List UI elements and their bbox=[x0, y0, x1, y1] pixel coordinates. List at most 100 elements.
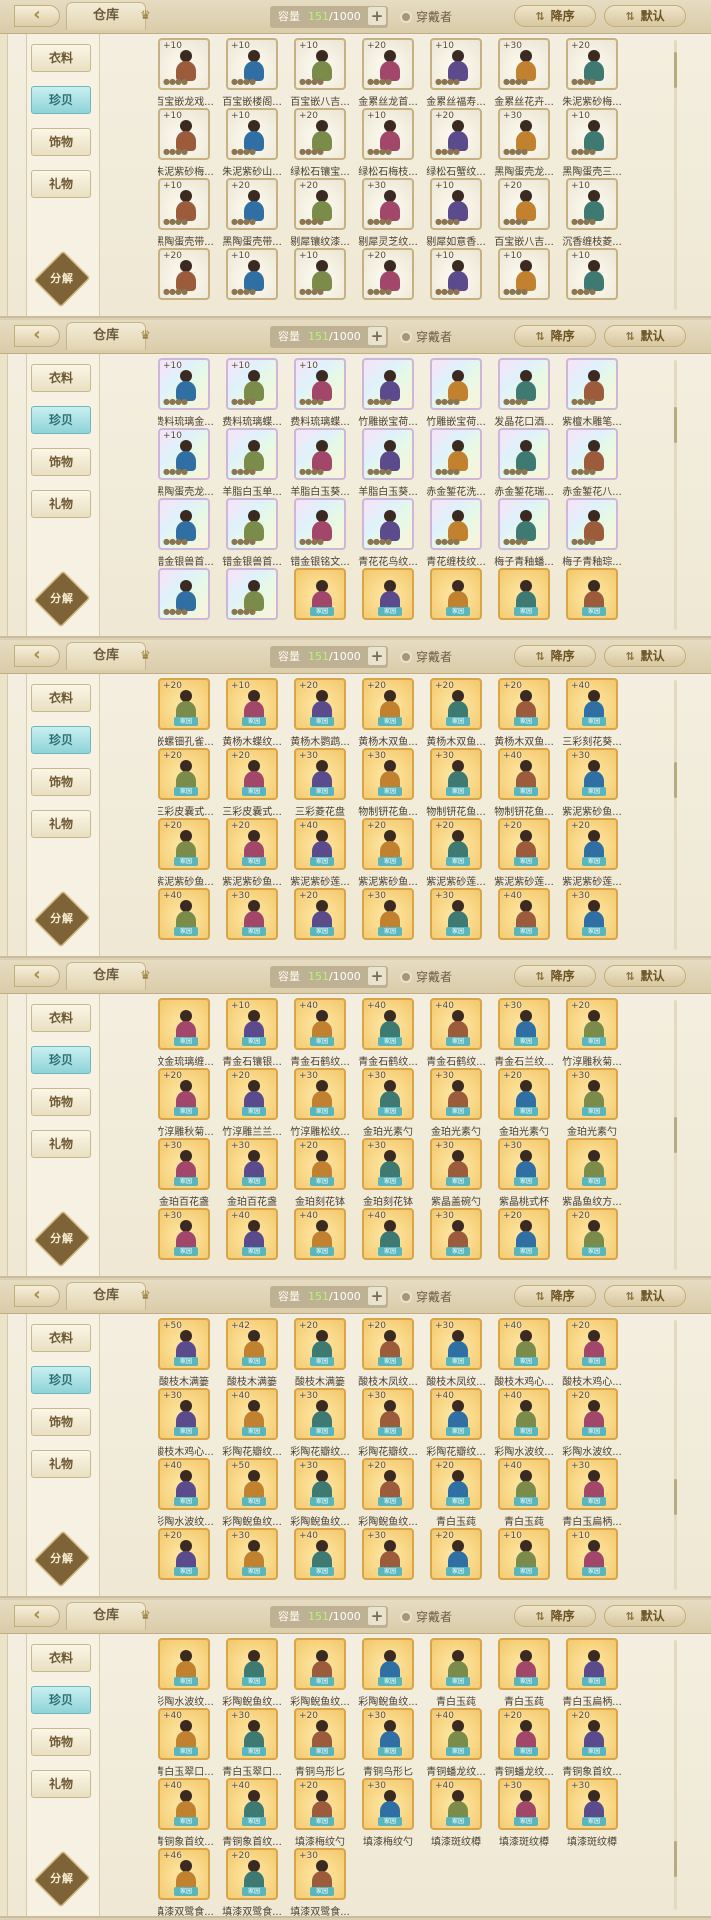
category-tab[interactable]: 饰物 bbox=[31, 1408, 91, 1436]
item-card[interactable]: +30 家园 bbox=[294, 1458, 346, 1510]
wearer-toggle[interactable]: 穿戴者 bbox=[400, 9, 452, 27]
item-card[interactable]: +40 家园 bbox=[226, 1388, 278, 1440]
item-card[interactable]: +40 家园 bbox=[498, 1458, 550, 1510]
inventory-item[interactable]: +20 家园 竹淳雕秋菊... bbox=[158, 1068, 214, 1138]
decompose-button[interactable]: 分解 bbox=[33, 570, 91, 628]
item-card[interactable]: +40 家园 bbox=[294, 998, 346, 1050]
inventory-item[interactable]: ●●●● 梅子青釉蟠... bbox=[494, 498, 554, 568]
inventory-item[interactable]: +30 家园 金珀光素勺 bbox=[430, 1068, 482, 1138]
inventory-item[interactable]: +30 家园 bbox=[566, 888, 618, 956]
item-card[interactable]: +10 ●●●● bbox=[226, 38, 278, 90]
category-tab[interactable]: 衣料 bbox=[31, 44, 91, 72]
inventory-item[interactable]: +20 ●●●● 黑陶蛋壳带... bbox=[222, 178, 282, 248]
inventory-item[interactable]: +40 家园 bbox=[294, 1528, 346, 1596]
inventory-item[interactable]: +30 家园 金珀百花盏 bbox=[226, 1138, 278, 1208]
inventory-item[interactable]: +30 家园 青金石兰纹... bbox=[494, 998, 554, 1068]
item-card[interactable]: +30 家园 bbox=[158, 1208, 210, 1260]
inventory-item[interactable]: +20 家园 填漆双鹭食... bbox=[222, 1848, 282, 1916]
expand-capacity-button[interactable]: + bbox=[368, 327, 386, 345]
item-card[interactable]: 家园 bbox=[566, 1138, 618, 1190]
item-card[interactable]: +20 家园 bbox=[498, 1208, 550, 1260]
item-card[interactable]: +50 家园 bbox=[226, 1458, 278, 1510]
item-card[interactable]: +20 家园 bbox=[158, 818, 210, 870]
inventory-item[interactable]: +40 家园 三彩刻花葵... bbox=[562, 678, 622, 748]
inventory-item[interactable]: +40 家园 青白玉莼 bbox=[498, 1458, 550, 1528]
item-card[interactable]: +40 家园 bbox=[226, 1778, 278, 1830]
item-card[interactable]: +10 家园 bbox=[498, 1528, 550, 1580]
inventory-item[interactable]: +30 家园 紫晶盖碗勺 bbox=[430, 1138, 482, 1208]
category-tab[interactable]: 珍贝 bbox=[31, 1046, 91, 1074]
item-card[interactable]: +46 家园 bbox=[158, 1848, 210, 1900]
inventory-item[interactable]: +30 家园 bbox=[430, 1208, 482, 1276]
decompose-button[interactable]: 分解 bbox=[33, 250, 91, 308]
inventory-item[interactable]: +40 家园 青铜象首纹... bbox=[158, 1778, 214, 1848]
item-card[interactable]: ●●●● bbox=[294, 498, 346, 550]
category-tab[interactable]: 礼物 bbox=[31, 170, 91, 198]
sort-default-button[interactable]: ⇅ 默认 bbox=[604, 5, 686, 27]
wearer-toggle[interactable]: 穿戴者 bbox=[400, 329, 452, 347]
item-card[interactable]: +30 家园 bbox=[430, 1068, 482, 1120]
item-card[interactable]: +30 家园 bbox=[158, 1138, 210, 1190]
inventory-item[interactable]: +40 家园 bbox=[226, 1208, 278, 1276]
inventory-item[interactable]: 家园 bbox=[430, 568, 482, 636]
inventory-item[interactable]: +40 家园 彩陶花瓣纹... bbox=[222, 1388, 282, 1458]
item-card[interactable]: ●●●● bbox=[226, 568, 278, 620]
item-card[interactable]: +20 家园 bbox=[226, 818, 278, 870]
inventory-item[interactable]: +10 家园 bbox=[566, 1528, 618, 1596]
inventory-item[interactable]: +10 ●●●● 黑陶蛋壳带... bbox=[158, 178, 214, 248]
inventory-item[interactable]: +20 家园 嵌螺钿孔雀... bbox=[158, 678, 214, 748]
inventory-item[interactable]: +20 家园 金珀刻花钵 bbox=[294, 1138, 346, 1208]
item-card[interactable]: +10 ●●●● bbox=[226, 358, 278, 410]
inventory-item[interactable]: +50 家园 彩陶鲵鱼纹... bbox=[222, 1458, 282, 1528]
inventory-item[interactable]: ●●●● 赤金錾花洗... bbox=[426, 428, 486, 498]
item-card[interactable]: +40 家园 bbox=[430, 1778, 482, 1830]
item-card[interactable]: 家园 bbox=[566, 1638, 618, 1690]
inventory-item[interactable]: +20 ●●●● bbox=[158, 248, 210, 316]
item-card[interactable]: +20 家园 bbox=[498, 678, 550, 730]
inventory-item[interactable]: +10 ●●●● bbox=[226, 248, 278, 316]
item-card[interactable]: +10 ●●●● bbox=[498, 248, 550, 300]
item-card[interactable]: +30 家园 bbox=[430, 1208, 482, 1260]
expand-capacity-button[interactable]: + bbox=[368, 1607, 386, 1625]
item-card[interactable]: +20 家园 bbox=[566, 998, 618, 1050]
scrollbar-thumb[interactable] bbox=[674, 762, 677, 798]
inventory-item[interactable]: +40 家园 青铜蟠龙纹... bbox=[426, 1708, 486, 1778]
back-button[interactable]: ‹ bbox=[14, 965, 60, 987]
item-card[interactable]: 家园 bbox=[158, 1638, 210, 1690]
inventory-item[interactable]: +20 家园 bbox=[158, 1528, 210, 1596]
item-card[interactable]: ●●●● bbox=[158, 568, 210, 620]
item-card[interactable]: +40 家园 bbox=[362, 998, 414, 1050]
scrollbar-thumb[interactable] bbox=[674, 407, 677, 443]
scrollbar-thumb[interactable] bbox=[674, 1841, 677, 1877]
item-card[interactable]: +30 家园 bbox=[498, 1138, 550, 1190]
inventory-item[interactable]: +20 家园 青铜鸟形匕 bbox=[294, 1708, 346, 1778]
inventory-item[interactable]: +40 家园 彩陶花瓣纹... bbox=[426, 1388, 486, 1458]
inventory-item[interactable]: +40 家园 bbox=[498, 888, 550, 956]
inventory-item[interactable]: +20 家园 青白玉莼 bbox=[430, 1458, 482, 1528]
wearer-toggle[interactable]: 穿戴者 bbox=[400, 1289, 452, 1307]
sort-desc-button[interactable]: ⇅ 降序 bbox=[514, 1605, 596, 1627]
item-card[interactable]: +30 ●●●● bbox=[362, 178, 414, 230]
item-card[interactable]: +30 家园 bbox=[362, 1068, 414, 1120]
item-card[interactable]: +40 家园 bbox=[158, 1778, 210, 1830]
item-card[interactable]: +10 ●●●● bbox=[158, 38, 210, 90]
scrollbar-track[interactable] bbox=[674, 40, 677, 310]
inventory-item[interactable]: 家园 bbox=[498, 568, 550, 636]
item-card[interactable]: +20 家园 bbox=[430, 678, 482, 730]
category-tab[interactable]: 礼物 bbox=[31, 1450, 91, 1478]
item-card[interactable]: +20 ●●●● bbox=[294, 178, 346, 230]
inventory-item[interactable]: +10 ●●●● bbox=[294, 248, 346, 316]
inventory-item[interactable]: +10 ●●●● 费料琉璃金... bbox=[158, 358, 214, 428]
item-card[interactable]: +30 家园 bbox=[226, 1708, 278, 1760]
back-button[interactable]: ‹ bbox=[14, 325, 60, 347]
decompose-button[interactable]: 分解 bbox=[33, 1850, 91, 1908]
inventory-item[interactable]: +20 ●●●● 绿松石镶宝... bbox=[290, 108, 350, 178]
item-card[interactable]: +30 家园 bbox=[566, 1068, 618, 1120]
inventory-item[interactable]: +20 家园 bbox=[566, 1208, 618, 1276]
inventory-item[interactable]: +20 ●●●● 绿松石蟹纹... bbox=[426, 108, 486, 178]
inventory-item[interactable]: 家园 bbox=[362, 568, 414, 636]
item-card[interactable]: +20 家园 bbox=[566, 1318, 618, 1370]
item-card[interactable]: +20 家园 bbox=[362, 1458, 414, 1510]
item-card[interactable]: +30 家园 bbox=[430, 888, 482, 940]
inventory-item[interactable]: +10 家园 青金石镶银... bbox=[222, 998, 282, 1068]
